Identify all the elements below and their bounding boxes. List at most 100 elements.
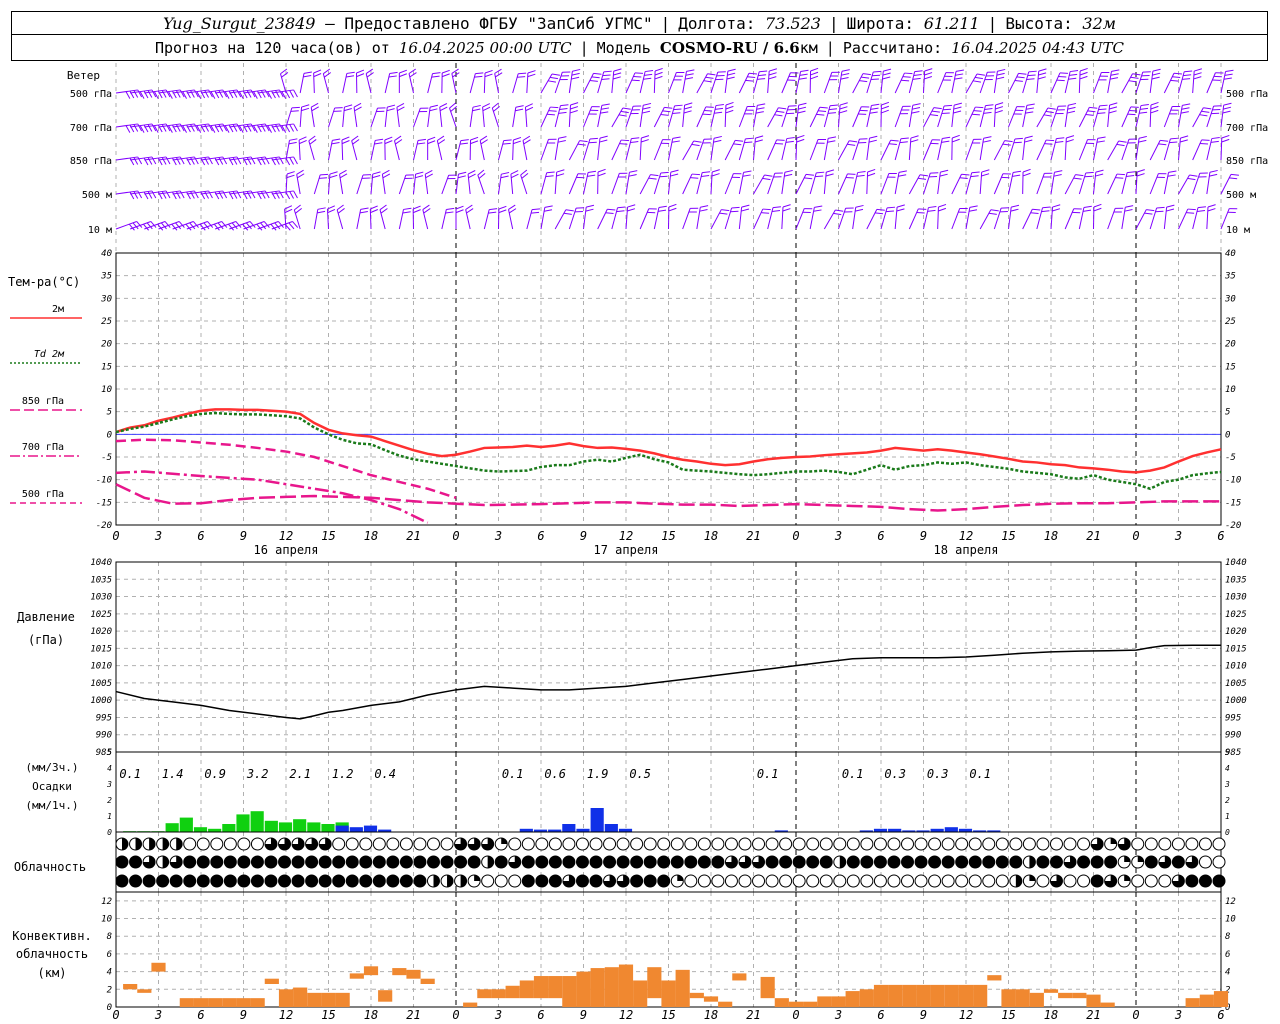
wind-barb-shaft [823,172,827,195]
y-tick-label-right: 1015 [1225,644,1247,654]
y-tick-label-right: 5 [1225,748,1230,757]
wind-barb-feather [589,79,598,82]
wind-barb-shaft [597,71,605,94]
wind-barb-shaft [597,105,603,128]
wind-barb-shaft [1008,138,1016,161]
conv-bar [1072,992,1087,999]
wind-barb-feather [565,209,574,212]
x-tick-label-bottom: 0 [792,1008,799,1022]
cloud-fill-overcast [386,875,399,887]
wind-barb-shaft [1008,106,1018,128]
wind-barb-feather [1225,69,1234,72]
wind-barb-shaft [937,172,941,195]
cloud-symbol [1036,874,1050,888]
cloud-symbol [697,874,711,888]
wind-barb-feather [569,110,578,114]
wind-barb-shaft [639,138,642,161]
date-label: 17 апреля [593,543,658,557]
cloud-symbol [386,837,400,851]
wind-barb-feather [309,139,317,145]
wind-barb-feather [658,205,667,208]
wind-barb-shaft [1064,138,1067,161]
wind-barb-shaft [328,107,336,128]
wind-barb-feather [522,135,531,141]
precip-bar [335,825,349,832]
precip-3h-label: 0.1 [119,767,141,781]
conv-bar [349,973,364,979]
conv-bar [859,989,874,1007]
wind-barb-shaft [554,209,567,230]
conv-bar [1100,1002,1115,1007]
wind-barb-feather [331,142,340,145]
conv-bar [562,976,577,1007]
cloud-symbol [968,837,982,851]
wind-barb-feather [686,69,695,72]
wind-barb-feather [769,68,778,72]
conv-bar [902,984,917,1007]
wind-barb-feather [1026,103,1035,106]
wind-barb-feather [952,134,960,139]
wind-barb-shaft [597,138,601,161]
precip-bar [250,811,264,832]
wind-barb-shaft [965,106,976,128]
wind-barb-feather [1181,107,1190,110]
wind-barb-shaft [540,207,546,230]
wind-barb-feather [1011,204,1020,208]
conv-bar [1086,994,1101,1007]
wind-barb-feather [1179,139,1188,143]
wind-barb-feather [810,67,819,72]
wind-barb-feather [498,205,507,210]
wind-barb-feather [472,104,481,108]
wind-barb-feather [827,112,836,114]
wind-barb-feather [887,206,896,209]
y-tick-label-left: 1000 [90,696,112,706]
wind-barb-feather [290,110,299,112]
wind-barb-feather [341,140,350,145]
y-tick-label-right: 1 [1225,812,1230,821]
wind-barb-feather [1012,170,1022,173]
wind-barb-feather [814,205,823,208]
wind-barb-feather [731,206,740,209]
wind-barb-feather [1066,135,1075,139]
wind-barb-shaft [1107,208,1116,230]
cloud-fill-half [447,875,454,887]
wind-barb-feather [299,139,307,145]
legend-label: 850 гПа [22,396,64,407]
wind-barb-shaft [1121,172,1128,195]
wind-barb-feather [644,73,653,76]
conv-bar [647,967,662,999]
wind-barb-shaft [795,208,805,230]
x-tick-label: 9 [240,529,247,543]
cloud-symbol [765,874,779,888]
wind-barb-feather [674,104,683,107]
conv-bar [193,998,209,1007]
wind-barb-feather [297,173,305,179]
y-tick-label-left: 25 [101,317,112,327]
wind-barb-feather [394,135,402,142]
cloud-fill-overcast [1050,856,1063,868]
wind-barb-feather [1124,209,1133,212]
wind-barb-shaft [696,207,701,230]
wind-level-label-right: 850 гПа [1226,156,1268,167]
x-tick-label: 12 [959,529,973,543]
wind-barb-feather [896,208,905,212]
wind-barb-feather [619,143,628,145]
wind-barb-shaft [753,208,764,230]
meteogram-chart: Ветер 500 гПа 500 гПа 700 гПа 700 гПа 850 гПа… [8,63,1268,1022]
x-tick-label: 12 [279,529,293,543]
wind-barb-feather [714,111,723,114]
precip-3h-label: 0.1 [502,767,524,781]
wind-barb-feather [1152,68,1161,72]
wind-barb-feather [664,106,673,109]
wind-barb-feather [544,205,553,208]
wind-barb-feather [570,106,579,110]
wind-barb-feather [816,171,825,174]
wind-barb-feather [691,173,700,176]
wind-barb-feather [849,140,858,143]
x-tick-label-bottom: 9 [920,1008,927,1022]
wind-barb-feather [1209,169,1218,173]
wind-barb-feather [1187,177,1196,181]
wind-barb-feather [1211,136,1220,140]
cloud-fill-overcast [386,856,399,868]
wind-barb-feather [1056,137,1065,140]
